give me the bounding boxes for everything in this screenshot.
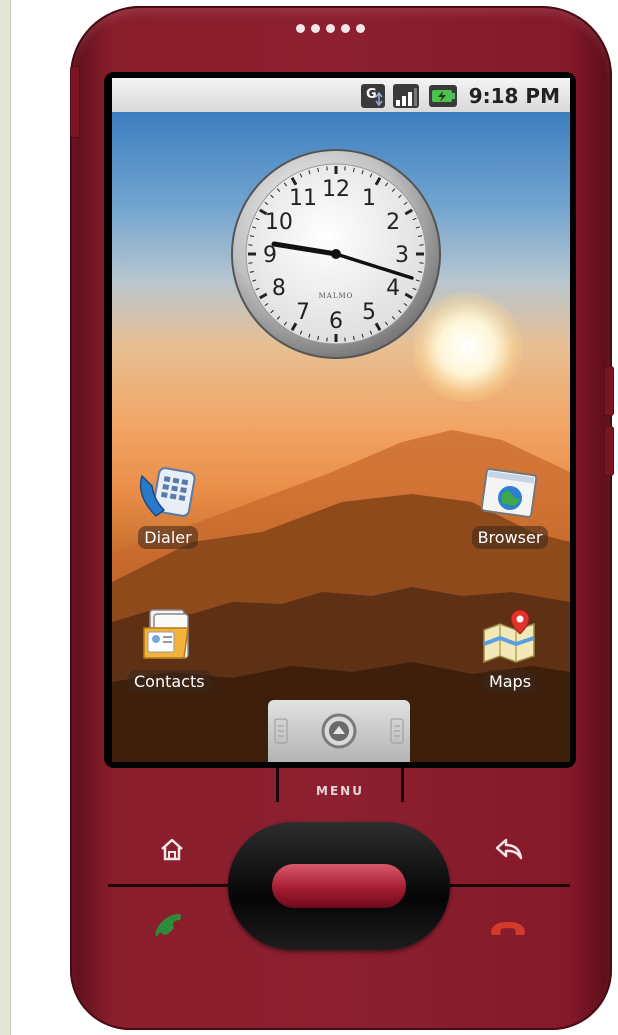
dialer-shortcut[interactable]: Dialer bbox=[128, 466, 208, 549]
svg-text:G: G bbox=[366, 87, 377, 102]
clock-numeral: 10 bbox=[265, 210, 293, 235]
clock-numeral: 6 bbox=[329, 309, 343, 334]
end-call-icon[interactable] bbox=[488, 916, 528, 940]
contacts-icon bbox=[143, 609, 189, 659]
side-button-upper[interactable] bbox=[604, 366, 614, 416]
clock-numeral: 9 bbox=[263, 243, 277, 268]
dialer-label: Dialer bbox=[138, 526, 198, 549]
signal-bars-icon bbox=[393, 84, 419, 108]
clock-numeral: 2 bbox=[386, 210, 400, 235]
call-icon[interactable] bbox=[150, 912, 190, 942]
side-button-lower[interactable] bbox=[604, 426, 614, 476]
drawer-grip-left-icon bbox=[274, 718, 288, 744]
status-time: 9:18 PM bbox=[468, 84, 560, 108]
maps-label: Maps bbox=[482, 670, 538, 693]
maps-shortcut[interactable]: Maps bbox=[470, 606, 550, 693]
clock-numeral: 3 bbox=[395, 243, 409, 268]
drawer-arrow-up-icon bbox=[321, 713, 357, 749]
clock-numeral: 8 bbox=[272, 276, 286, 301]
volume-button[interactable] bbox=[70, 66, 80, 138]
clock-brand-label: MALMO bbox=[319, 292, 354, 300]
clock-numeral: 4 bbox=[386, 276, 400, 301]
home-icon[interactable] bbox=[158, 836, 186, 862]
menu-button[interactable]: MENU bbox=[276, 768, 404, 804]
status-bar: G 9:18 PM bbox=[112, 78, 570, 112]
clock-numeral: 5 bbox=[362, 300, 376, 325]
network-g-icon: G bbox=[361, 84, 385, 108]
contacts-label: Contacts bbox=[128, 670, 211, 693]
clock-numeral: 11 bbox=[289, 186, 317, 211]
clock-numeral: 1 bbox=[362, 186, 376, 211]
wallpaper: 12 12 3 45678 9 1011 MALMO Dialer bbox=[112, 112, 570, 762]
clock-numeral: 12 bbox=[322, 177, 350, 202]
browser-label: Browser bbox=[471, 526, 549, 549]
earpiece-speaker bbox=[296, 24, 386, 38]
app-drawer-tab[interactable] bbox=[268, 700, 410, 762]
analog-clock-widget[interactable]: 12 12 3 45678 9 1011 MALMO bbox=[230, 148, 442, 360]
browser-shortcut[interactable]: Browser bbox=[470, 466, 550, 549]
contacts-shortcut[interactable]: Contacts bbox=[128, 606, 211, 693]
maps-icon bbox=[483, 609, 535, 664]
battery-charging-icon bbox=[429, 85, 457, 107]
trackball[interactable] bbox=[272, 864, 406, 908]
divider-right bbox=[446, 884, 570, 887]
menu-label: MENU bbox=[316, 784, 364, 798]
clock-numeral: 7 bbox=[296, 300, 310, 325]
dialer-icon bbox=[139, 467, 196, 517]
drawer-grip-right-icon bbox=[390, 718, 404, 744]
divider-left bbox=[108, 884, 234, 887]
phone-screen: G 9:18 PM 12 1 2 3 4 5 6 7 8 9 10 11 MAL… bbox=[112, 78, 570, 762]
back-icon[interactable] bbox=[494, 836, 524, 862]
browser-icon bbox=[480, 468, 538, 518]
